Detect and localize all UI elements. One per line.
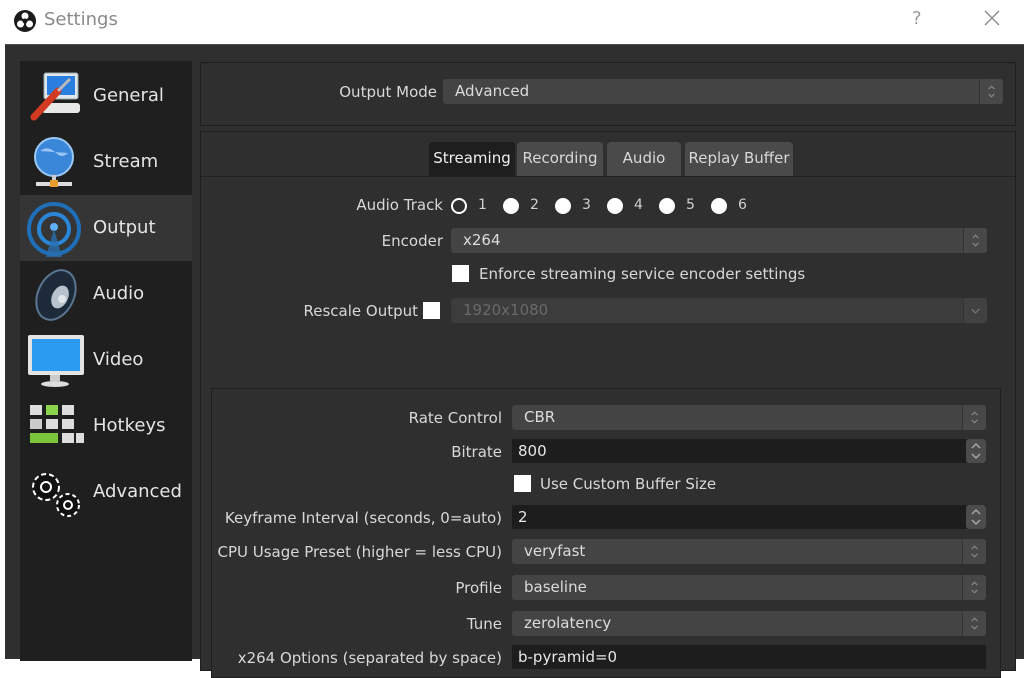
sidebar-item-advanced[interactable]: Advanced [20,459,192,525]
keyframe-interval-label: Keyframe Interval (seconds, 0=auto) [224,509,502,527]
audio-track-radio-3[interactable] [555,198,571,214]
sidebar-item-label: Audio [93,283,145,304]
rescale-resolution-select[interactable]: 1920x1080 [451,298,987,323]
encoder-settings-group: Rate Control CBR Bitrate 800 Use Custom … [211,388,1001,678]
sidebar-item-label: Advanced [93,481,182,502]
encoder-label: Encoder [381,232,443,250]
general-icon [30,72,80,121]
up-down-chevron-icon [962,405,986,430]
sidebar-item-label: Output [93,217,156,238]
up-down-chevron-icon [962,611,986,636]
profile-select[interactable]: baseline [512,575,986,600]
audio-track-radio-5[interactable] [659,198,675,214]
bitrate-input[interactable]: 800 [512,439,986,463]
tune-select[interactable]: zerolatency [512,611,986,636]
sidebar-item-label: Hotkeys [93,415,166,436]
audio-track-radio-1[interactable] [451,198,467,214]
profile-label: Profile [455,579,502,597]
tune-label: Tune [466,615,502,633]
audio-track-radio-2[interactable] [503,198,519,214]
help-button[interactable]: ? [912,8,922,29]
broadcast-icon [27,202,81,257]
chevron-down-icon [963,298,987,323]
custom-buffer-checkbox[interactable] [514,475,531,492]
encoder-select[interactable]: x264 [451,228,987,253]
audio-track-radio-4[interactable] [607,198,623,214]
globe-icon [34,137,74,187]
rescale-output-checkbox[interactable] [423,302,440,319]
up-down-chevron-icon [962,575,986,600]
sidebar-item-hotkeys[interactable]: Hotkeys [20,393,192,459]
audio-track-radio-6[interactable] [711,198,727,214]
speaker-icon [35,269,77,321]
keyframe-interval-input[interactable]: 2 [512,505,986,529]
stepper-icon[interactable] [966,439,986,463]
tab-streaming[interactable]: Streaming [429,142,515,176]
keyboard-icon [30,405,84,443]
sidebar-item-general[interactable]: General [20,63,192,129]
sidebar-item-stream[interactable]: Stream [20,129,192,195]
rate-control-label: Rate Control [408,409,502,427]
up-down-chevron-icon [979,79,1003,104]
stepper-icon[interactable] [966,505,986,529]
tab-audio[interactable]: Audio [607,142,681,176]
settings-window: General Stream Output Audio Video Hotkey… [5,44,1024,678]
sidebar-item-label: General [93,85,164,106]
output-mode-label: Output Mode [339,83,437,101]
obs-logo-icon [14,10,36,32]
rescale-output-label: Rescale Output [303,302,419,320]
cpu-preset-select[interactable]: veryfast [512,539,986,564]
sidebar-item-label: Video [93,349,144,370]
custom-buffer-label: Use Custom Buffer Size [540,475,717,493]
rate-control-select[interactable]: CBR [512,405,986,430]
title-bar: Settings ? [0,0,1024,44]
tab-recording[interactable]: Recording [517,142,603,176]
output-mode-select[interactable]: Advanced [443,79,1003,104]
enforce-encoder-checkbox[interactable] [452,265,469,282]
sidebar-item-video[interactable]: Video [20,327,192,393]
x264-options-input[interactable]: b-pyramid=0 [512,645,986,669]
gears-icon [32,473,80,517]
output-mode-panel: Output Mode Advanced [200,62,1016,126]
sidebar-item-label: Stream [93,151,159,172]
x264-options-label: x264 Options (separated by space) [237,649,502,667]
enforce-encoder-label: Enforce streaming service encoder settin… [479,265,806,283]
output-settings-panel: Streaming Recording Audio Replay Buffer … [200,131,1016,678]
up-down-chevron-icon [963,228,987,253]
sidebar-item-audio[interactable]: Audio [20,261,192,327]
sidebar-item-output[interactable]: Output [20,195,192,261]
cpu-preset-label: CPU Usage Preset (higher = less CPU) [217,543,502,561]
audio-track-label: Audio Track [356,196,443,214]
window-title: Settings [44,9,118,30]
close-icon[interactable] [980,6,1004,30]
sidebar: General Stream Output Audio Video Hotkey… [20,61,192,661]
tab-replay-buffer[interactable]: Replay Buffer [685,142,793,176]
bitrate-label: Bitrate [451,443,502,461]
tab-divider [201,176,1015,177]
monitor-icon [28,335,84,387]
up-down-chevron-icon [962,539,986,564]
